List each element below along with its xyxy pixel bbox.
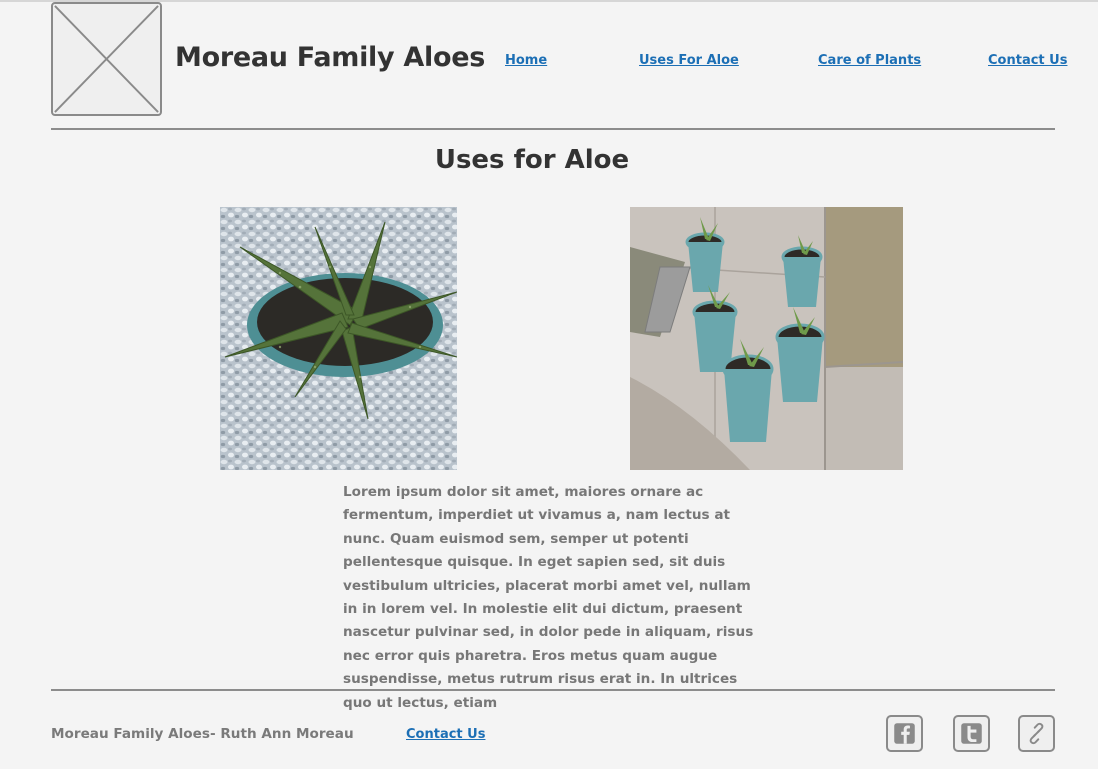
- logo-placeholder-icon: [51, 2, 162, 116]
- link-icon[interactable]: [1018, 715, 1055, 752]
- body-paragraph: Lorem ipsum dolor sit amet, maiores orna…: [343, 484, 754, 711]
- footer-contact-link[interactable]: Contact Us: [406, 727, 485, 742]
- nav-uses-for-aloe[interactable]: Uses For Aloe: [639, 53, 739, 68]
- footer-divider: [51, 689, 1055, 691]
- aloe-gravel-photo: [220, 207, 457, 470]
- footer-credit: Moreau Family Aloes- Ruth Ann Moreau: [51, 726, 354, 742]
- nav-contact-us[interactable]: Contact Us: [988, 53, 1067, 68]
- page-title: Uses for Aloe: [434, 145, 630, 175]
- nav-home[interactable]: Home: [505, 53, 547, 68]
- nav-care-of-plants[interactable]: Care of Plants: [818, 53, 921, 68]
- twitter-icon[interactable]: [953, 715, 990, 752]
- header-divider: [51, 128, 1055, 130]
- aloe-seedlings-photo: [630, 207, 903, 470]
- top-border: [0, 0, 1098, 2]
- facebook-icon[interactable]: [886, 715, 923, 752]
- site-title: Moreau Family Aloes: [175, 42, 485, 73]
